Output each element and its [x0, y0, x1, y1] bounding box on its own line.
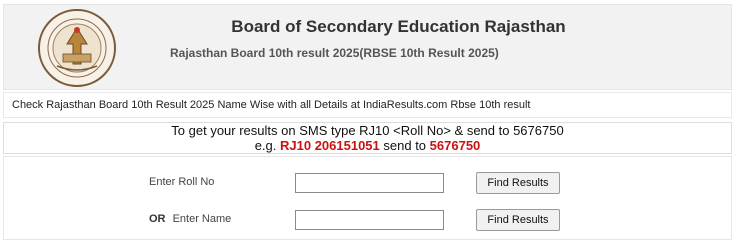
or-label: OR — [149, 213, 166, 225]
roll-no-input[interactable] — [295, 173, 444, 193]
find-results-roll-button[interactable]: Find Results — [476, 172, 560, 194]
info-text: Check Rajasthan Board 10th Result 2025 N… — [3, 92, 732, 118]
sms-example-number: 5676750 — [429, 138, 481, 153]
sms-example-line: e.g. RJ10 206151051 send to 5676750 — [4, 138, 731, 153]
sms-example-send-to: send to — [383, 138, 427, 153]
sms-example-code: RJ10 206151051 — [280, 138, 380, 153]
name-label: Enter Name — [172, 213, 232, 225]
sms-instructions: To get your results on SMS type RJ10 <Ro… — [3, 122, 732, 154]
name-input[interactable] — [295, 210, 444, 230]
sms-example-prefix: e.g. — [254, 138, 277, 153]
page-title: Board of Secondary Education Rajasthan — [231, 17, 566, 36]
roll-no-label: Enter Roll No — [149, 176, 215, 188]
search-form: Enter Roll No Find Results OR Enter Name… — [3, 156, 732, 240]
sms-instruction-line: To get your results on SMS type RJ10 <Ro… — [171, 123, 564, 138]
name-label-group: OR Enter Name — [149, 213, 231, 225]
find-results-name-button[interactable]: Find Results — [476, 209, 560, 231]
header-banner: Board of Secondary Education Rajasthan R… — [3, 4, 732, 90]
page-subtitle: Rajasthan Board 10th result 2025(RBSE 10… — [170, 46, 499, 60]
